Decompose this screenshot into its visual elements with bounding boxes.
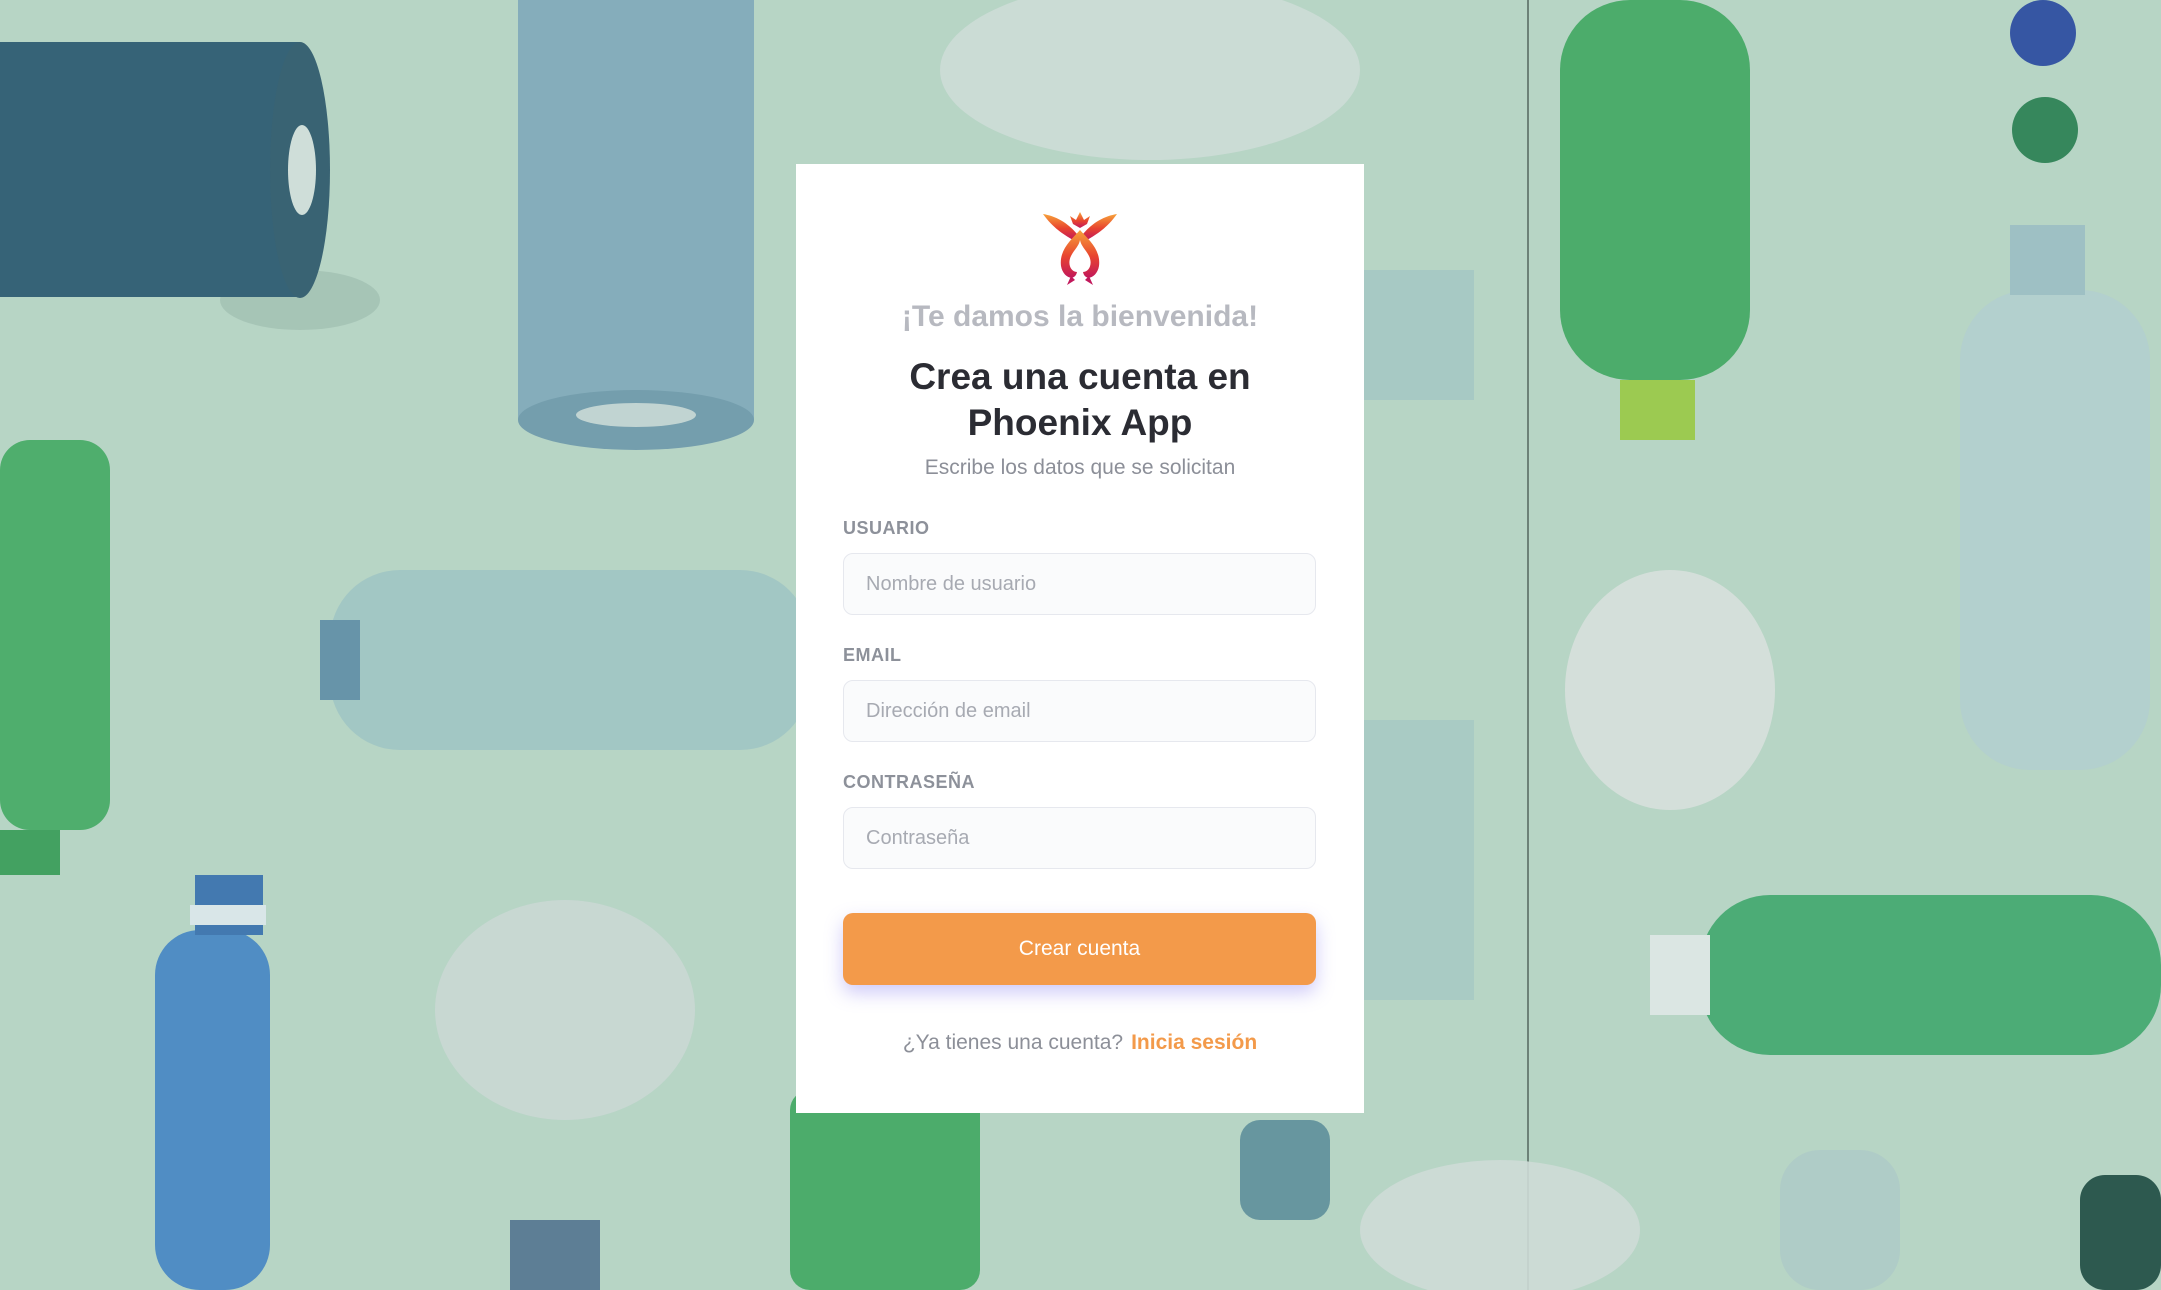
username-label: USUARIO (843, 518, 930, 538)
email-input[interactable] (843, 680, 1316, 742)
phoenix-logo-icon (1043, 212, 1117, 285)
login-prompt-text: ¿Ya tienes una cuenta? (902, 1031, 1124, 1054)
email-field-group: EMAIL (843, 645, 1317, 742)
password-label: CONTRASEÑA (843, 772, 976, 792)
login-prompt: ¿Ya tienes una cuenta? Inicia sesión (843, 1031, 1317, 1055)
login-link[interactable]: Inicia sesión (1131, 1031, 1257, 1054)
page-title: Crea una cuenta en Phoenix App (843, 354, 1317, 446)
username-field-group: USUARIO (843, 518, 1317, 615)
create-account-button[interactable]: Crear cuenta (843, 913, 1316, 985)
page-title-line-1: Crea una cuenta en (909, 356, 1251, 397)
username-input[interactable] (843, 553, 1316, 615)
password-input[interactable] (843, 807, 1316, 869)
welcome-heading: ¡Te damos la bienvenida! (901, 300, 1259, 333)
signup-card: ¡Te damos la bienvenida! Crea una cuenta… (796, 164, 1364, 1113)
page-title-line-2: Phoenix App (967, 402, 1193, 443)
password-field-group: CONTRASEÑA (843, 772, 1317, 869)
page-subtitle: Escribe los datos que se solicitan (924, 456, 1236, 479)
email-label: EMAIL (843, 645, 902, 665)
